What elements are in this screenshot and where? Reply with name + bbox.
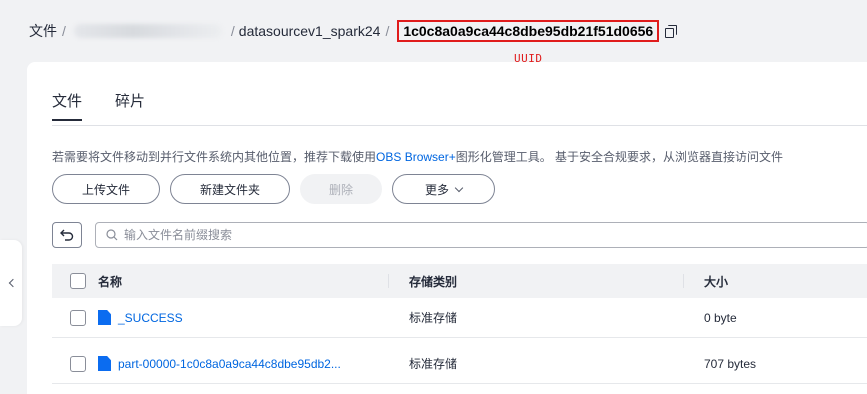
storage-class-cell: 标准存储 <box>409 311 458 325</box>
delete-button: 删除 <box>300 174 382 204</box>
upload-file-button[interactable]: 上传文件 <box>52 174 160 204</box>
breadcrumb: 文件 / / datasourcev1_spark24 / 1c0c8a0a9c… <box>29 20 679 42</box>
column-divider <box>683 274 684 288</box>
column-divider <box>388 274 389 288</box>
file-icon <box>98 356 111 371</box>
back-button[interactable] <box>52 222 82 248</box>
tab-files[interactable]: 文件 <box>52 90 83 121</box>
action-bar: 上传文件 新建文件夹 删除 更多 <box>52 174 495 204</box>
tab-bar: 文件 碎片 <box>52 90 145 121</box>
notice-text: 若需要将文件移动到并行文件系统内其他位置，推荐下载使用OBS Browser+图… <box>52 148 783 165</box>
breadcrumb-separator: / <box>62 23 66 39</box>
tab-fragments[interactable]: 碎片 <box>115 90 145 111</box>
collapse-sidebar-button[interactable] <box>0 240 22 326</box>
breadcrumb-current-uuid: 1c0c8a0a9ca44c8dbe95db21f51d0656 <box>397 20 660 42</box>
more-button[interactable]: 更多 <box>392 174 495 204</box>
back-arrow-icon <box>60 229 74 241</box>
search-input[interactable] <box>124 228 724 242</box>
chevron-left-icon <box>8 278 17 288</box>
breadcrumb-separator: / <box>385 23 390 39</box>
column-size[interactable]: 大小 <box>704 264 728 298</box>
select-all-checkbox[interactable] <box>70 273 86 289</box>
notice-suffix: 图形化管理工具。 基于安全合规要求，从浏览器直接访问文件 <box>455 150 784 164</box>
table-row: part-00000-1c0c8a0a9ca44c8dbe95db2... 标准… <box>52 344 867 384</box>
tabs-divider <box>52 125 867 126</box>
notice-prefix: 若需要将文件移动到并行文件系统内其他位置，推荐下载使用 <box>52 150 377 164</box>
chevron-down-icon <box>454 183 464 192</box>
table-header: 名称 存储类别 大小 <box>52 264 867 298</box>
row-checkbox[interactable] <box>70 355 86 372</box>
copy-icon[interactable] <box>663 23 679 39</box>
file-icon <box>98 310 111 325</box>
row-checkbox[interactable] <box>70 309 86 326</box>
breadcrumb-root[interactable]: 文件 <box>29 21 57 41</box>
search-icon <box>106 229 118 241</box>
breadcrumb-separator: / <box>230 23 235 39</box>
redacted-bucket-name <box>73 24 222 38</box>
size-cell: 0 byte <box>704 310 737 325</box>
storage-class-cell: 标准存储 <box>409 357 458 371</box>
column-storage-class[interactable]: 存储类别 <box>409 264 457 298</box>
file-name-link[interactable]: _SUCCESS <box>118 311 183 325</box>
file-name-link[interactable]: part-00000-1c0c8a0a9ca44c8dbe95db2... <box>118 357 341 371</box>
table-row: _SUCCESS 标准存储 0 byte <box>52 298 867 338</box>
new-folder-button[interactable]: 新建文件夹 <box>170 174 290 204</box>
breadcrumb-folder[interactable]: datasourcev1_spark24 <box>239 23 381 39</box>
column-name[interactable]: 名称 <box>98 264 122 298</box>
obs-browser-link[interactable]: OBS Browser+ <box>376 150 456 164</box>
more-label: 更多 <box>424 182 449 197</box>
size-cell: 707 bytes <box>704 356 757 371</box>
search-box[interactable] <box>95 222 867 248</box>
